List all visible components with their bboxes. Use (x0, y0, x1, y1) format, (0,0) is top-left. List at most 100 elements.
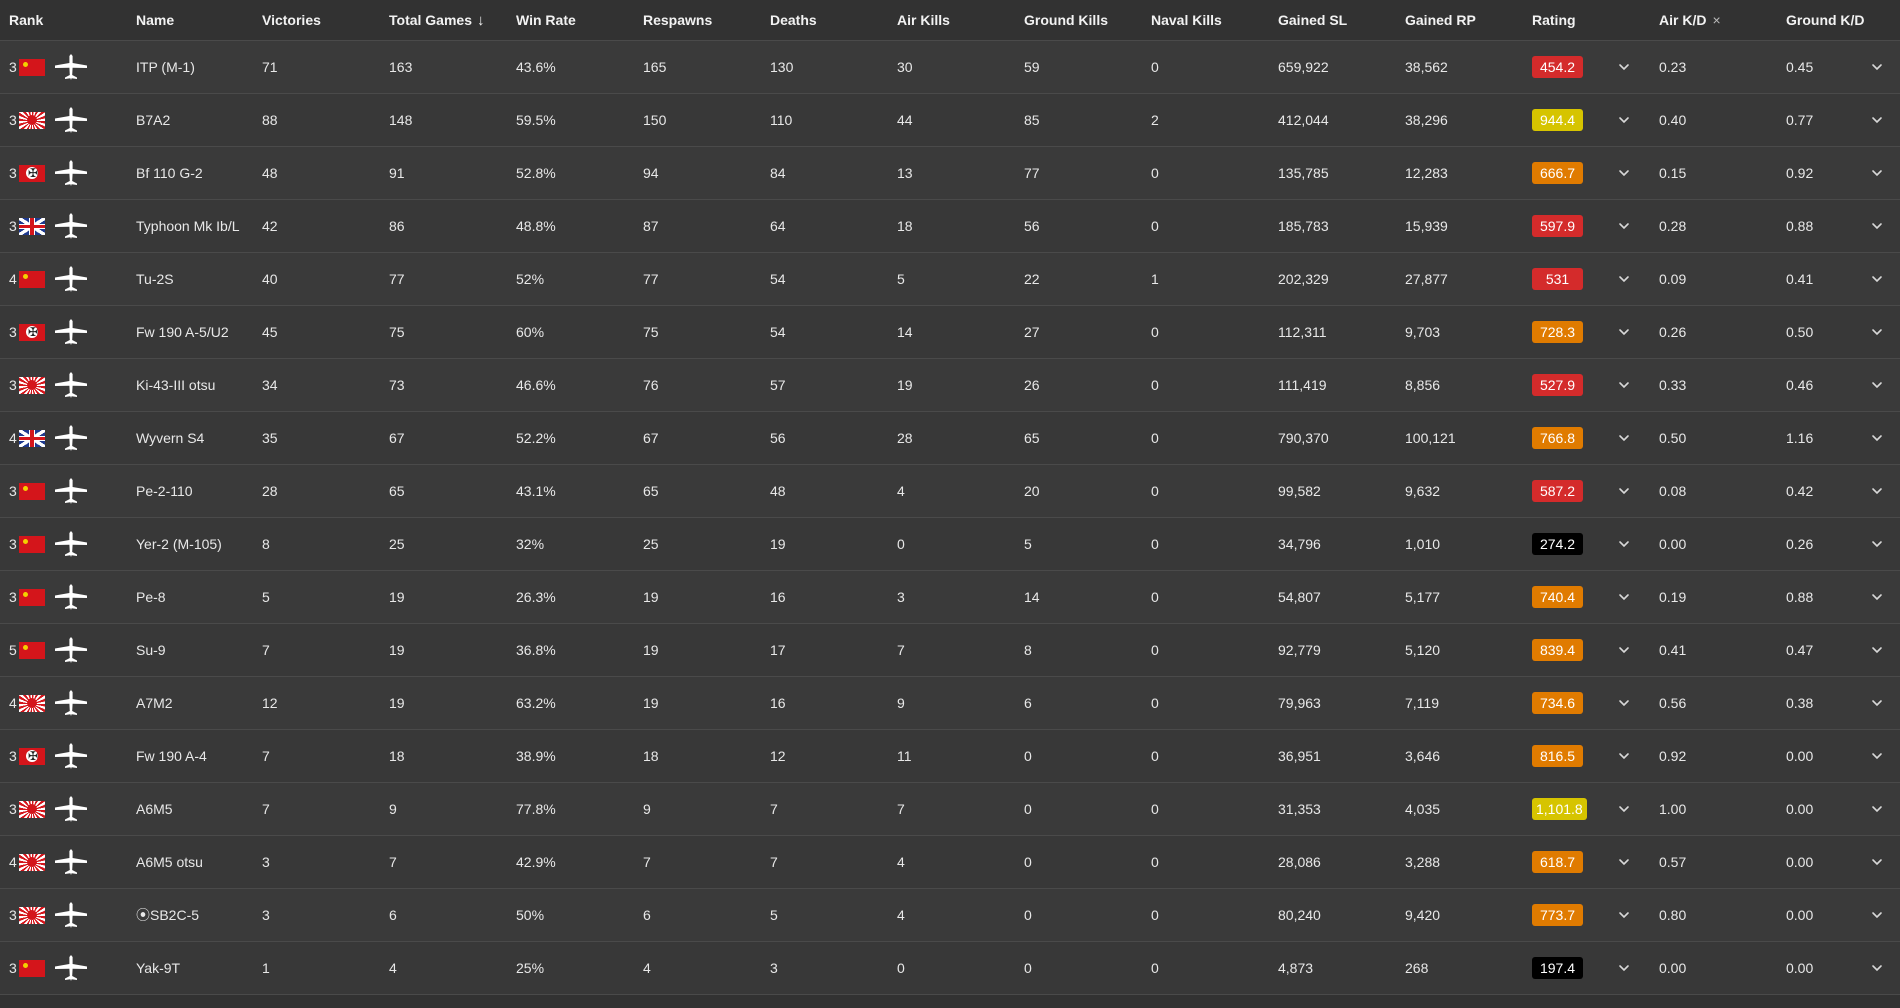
header-deaths[interactable]: Deaths (770, 0, 817, 40)
header-win-rate[interactable]: Win Rate (516, 0, 576, 40)
header-respawns[interactable]: Respawns (643, 0, 712, 40)
header-ground-kd[interactable]: Ground K/D (1786, 0, 1865, 40)
row-expand-cell[interactable] (1870, 730, 1884, 782)
rating-expand-cell[interactable] (1617, 677, 1631, 729)
expand-chevron-down-icon[interactable] (1870, 908, 1884, 922)
table-row[interactable]: 3 Pe-2-110 28 65 43.1% 65 48 4 20 0 99,582 9,632 0.… (0, 465, 1900, 518)
row-expand-cell[interactable] (1870, 518, 1884, 570)
table-row[interactable]: 4 A7M2 12 19 63.2% 19 16 9 6 0 79,963 7,119 0.56 0.3… (0, 677, 1900, 730)
expand-chevron-down-icon[interactable] (1617, 378, 1631, 392)
rating-expand-cell[interactable] (1617, 253, 1631, 305)
table-row[interactable]: 4 Tu-2S 40 77 52% 77 54 5 22 1 202,329 27,877 0.09 0… (0, 253, 1900, 306)
rating-expand-cell[interactable] (1617, 518, 1631, 570)
row-expand-cell[interactable] (1870, 359, 1884, 411)
rating-expand-cell[interactable] (1617, 465, 1631, 517)
expand-chevron-down-icon[interactable] (1617, 484, 1631, 498)
row-expand-cell[interactable] (1870, 889, 1884, 941)
row-expand-cell[interactable] (1870, 253, 1884, 305)
expand-chevron-down-icon[interactable] (1870, 590, 1884, 604)
table-row[interactable]: 3 Typhoon Mk Ib/L 42 86 48.8% 87 64 18 56 0 185,7… (0, 200, 1900, 253)
table-row[interactable]: 3 Fw 190 A-4 7 18 38.9% 18 12 11 0 0 36,951 3,646 0… (0, 730, 1900, 783)
rating-expand-cell[interactable] (1617, 41, 1631, 93)
rating-expand-cell[interactable] (1617, 200, 1631, 252)
expand-chevron-down-icon[interactable] (1617, 855, 1631, 869)
rating-expand-cell[interactable] (1617, 942, 1631, 994)
rating-expand-cell[interactable] (1617, 730, 1631, 782)
rating-expand-cell[interactable] (1617, 306, 1631, 358)
rating-expand-cell[interactable] (1617, 147, 1631, 199)
row-expand-cell[interactable] (1870, 306, 1884, 358)
rating-expand-cell[interactable] (1617, 889, 1631, 941)
table-row[interactable]: 3 Fw 190 A-5/U2 45 75 60% 75 54 14 27 0 112,311 9,… (0, 306, 1900, 359)
rating-expand-cell[interactable] (1617, 359, 1631, 411)
header-rating[interactable]: Rating (1532, 0, 1576, 40)
row-expand-cell[interactable] (1870, 465, 1884, 517)
rating-expand-cell[interactable] (1617, 571, 1631, 623)
table-row[interactable]: 3 Pe-8 5 19 26.3% 19 16 3 14 0 54,807 5,177 0.19 0.8… (0, 571, 1900, 624)
expand-chevron-down-icon[interactable] (1870, 60, 1884, 74)
header-rank[interactable]: Rank (9, 0, 43, 40)
expand-chevron-down-icon[interactable] (1617, 272, 1631, 286)
row-expand-cell[interactable] (1870, 571, 1884, 623)
expand-chevron-down-icon[interactable] (1870, 802, 1884, 816)
expand-chevron-down-icon[interactable] (1617, 325, 1631, 339)
expand-chevron-down-icon[interactable] (1617, 60, 1631, 74)
rating-expand-cell[interactable] (1617, 624, 1631, 676)
table-row[interactable]: 3 Bf 110 G-2 48 91 52.8% 94 84 13 77 0 135,785 12,… (0, 147, 1900, 200)
rating-expand-cell[interactable] (1617, 836, 1631, 888)
expand-chevron-down-icon[interactable] (1870, 537, 1884, 551)
row-expand-cell[interactable] (1870, 41, 1884, 93)
header-air-kd[interactable]: Air K/D × (1659, 0, 1721, 40)
expand-chevron-down-icon[interactable] (1870, 272, 1884, 286)
close-column-icon[interactable]: × (1712, 12, 1720, 28)
row-expand-cell[interactable] (1870, 677, 1884, 729)
expand-chevron-down-icon[interactable] (1617, 113, 1631, 127)
table-row[interactable]: 4 A6M5 otsu 3 7 42.9% 7 7 4 0 0 28,086 3,288 0.57 0.… (0, 836, 1900, 889)
expand-chevron-down-icon[interactable] (1870, 749, 1884, 763)
rating-expand-cell[interactable] (1617, 783, 1631, 835)
table-row[interactable]: 3 ITP (M-1) 71 163 43.6% 165 130 30 59 0 659,922 3… (0, 41, 1900, 94)
expand-chevron-down-icon[interactable] (1870, 166, 1884, 180)
row-expand-cell[interactable] (1870, 412, 1884, 464)
header-name[interactable]: Name (136, 0, 174, 40)
expand-chevron-down-icon[interactable] (1870, 378, 1884, 392)
header-victories[interactable]: Victories (262, 0, 321, 40)
expand-chevron-down-icon[interactable] (1617, 643, 1631, 657)
header-gained-sl[interactable]: Gained SL (1278, 0, 1347, 40)
row-expand-cell[interactable] (1870, 624, 1884, 676)
expand-chevron-down-icon[interactable] (1617, 696, 1631, 710)
expand-chevron-down-icon[interactable] (1870, 113, 1884, 127)
row-expand-cell[interactable] (1870, 783, 1884, 835)
expand-chevron-down-icon[interactable] (1870, 484, 1884, 498)
expand-chevron-down-icon[interactable] (1617, 749, 1631, 763)
expand-chevron-down-icon[interactable] (1870, 961, 1884, 975)
expand-chevron-down-icon[interactable] (1617, 431, 1631, 445)
row-expand-cell[interactable] (1870, 836, 1884, 888)
expand-chevron-down-icon[interactable] (1617, 537, 1631, 551)
header-ground-kills[interactable]: Ground Kills (1024, 0, 1108, 40)
row-expand-cell[interactable] (1870, 94, 1884, 146)
table-row[interactable]: 3 Yak-9T 1 4 25% 4 3 0 0 0 4,873 268 0.00 0.00 197.4 (0, 942, 1900, 995)
expand-chevron-down-icon[interactable] (1617, 166, 1631, 180)
expand-chevron-down-icon[interactable] (1617, 961, 1631, 975)
expand-chevron-down-icon[interactable] (1870, 325, 1884, 339)
rating-expand-cell[interactable] (1617, 94, 1631, 146)
expand-chevron-down-icon[interactable] (1617, 590, 1631, 604)
rating-expand-cell[interactable] (1617, 412, 1631, 464)
header-gained-rp[interactable]: Gained RP (1405, 0, 1476, 40)
expand-chevron-down-icon[interactable] (1617, 219, 1631, 233)
expand-chevron-down-icon[interactable] (1617, 908, 1631, 922)
expand-chevron-down-icon[interactable] (1870, 643, 1884, 657)
table-row[interactable]: 3 ⦿SB2C-5 3 6 50% 6 5 4 0 0 80,240 9,420 0.80 0.00 7… (0, 889, 1900, 942)
row-expand-cell[interactable] (1870, 942, 1884, 994)
expand-chevron-down-icon[interactable] (1870, 219, 1884, 233)
table-row[interactable]: 3 A6M5 7 9 77.8% 9 7 7 0 0 31,353 4,035 1.00 0.00 1,… (0, 783, 1900, 836)
table-row[interactable]: 3 Ki-43-III otsu 34 73 46.6% 76 57 19 26 0 111,41… (0, 359, 1900, 412)
header-air-kills[interactable]: Air Kills (897, 0, 950, 40)
expand-chevron-down-icon[interactable] (1870, 431, 1884, 445)
sort-arrow-down-icon[interactable]: ↓ (477, 12, 485, 29)
table-row[interactable]: 4 Wyvern S4 35 67 52.2% 67 56 28 65 0 790,370 100,… (0, 412, 1900, 465)
header-total-games[interactable]: Total Games ↓ (389, 0, 485, 40)
expand-chevron-down-icon[interactable] (1870, 855, 1884, 869)
row-expand-cell[interactable] (1870, 200, 1884, 252)
